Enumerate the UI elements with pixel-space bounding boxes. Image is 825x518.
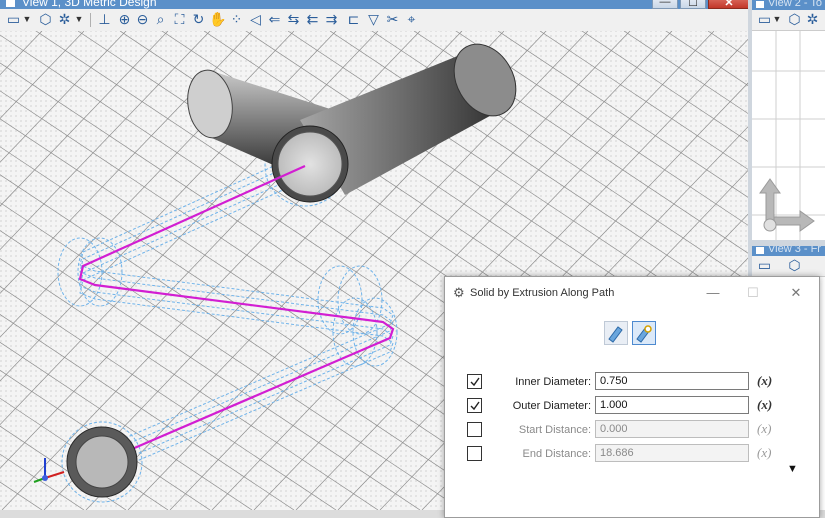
inner-diameter-row: Inner Diameter: (x) <box>445 372 819 394</box>
view-attributes-icon[interactable]: ▭ <box>5 11 22 28</box>
dialog-close-button[interactable]: ✕ <box>786 284 806 302</box>
dialog-title: Solid by Extrusion Along Path <box>470 287 615 299</box>
end-distance-expression-button[interactable]: (x) <box>757 445 771 461</box>
outer-diameter-checkbox[interactable] <box>467 398 482 413</box>
toolbar-separator <box>90 13 91 27</box>
view-3-title: View 3 - Fr <box>768 246 821 255</box>
more-options-arrow[interactable]: ▼ <box>787 463 798 475</box>
view-axis-icon <box>759 178 815 232</box>
inner-diameter-field[interactable] <box>595 372 749 390</box>
view-attributes-icon[interactable]: ▭ <box>756 257 773 274</box>
outer-diameter-label: Outer Diameter: <box>512 400 591 412</box>
dialog-maximize-button[interactable]: ☐ <box>743 284 763 302</box>
view-swap-icon[interactable]: ⇉ <box>323 11 340 28</box>
display-style-icon[interactable]: ⬡ <box>37 11 54 28</box>
profile-ring <box>66 426 138 498</box>
start-distance-label: Start Distance: <box>518 424 591 436</box>
view-icon <box>756 1 764 8</box>
fit-view-icon[interactable]: ⛶ <box>171 11 188 28</box>
inner-diameter-checkbox[interactable] <box>467 374 482 389</box>
view-next-icon[interactable]: ⇆ <box>285 11 302 28</box>
close-button[interactable]: ✕ <box>708 0 748 9</box>
maximize-button[interactable]: ☐ <box>680 0 706 9</box>
dialog-minimize-button[interactable]: — <box>703 284 723 302</box>
view-previous-icon[interactable]: ⇐ <box>266 11 283 28</box>
view-3-toolbar: ▭ ⬡ <box>752 256 825 277</box>
dropdown-icon[interactable]: ▼ <box>772 11 782 28</box>
view-icon <box>6 0 15 7</box>
view-attributes-icon[interactable]: ▭ <box>756 11 773 28</box>
start-distance-field[interactable] <box>595 420 749 438</box>
end-distance-field[interactable] <box>595 444 749 462</box>
update-view-icon[interactable]: ⊥ <box>96 11 113 28</box>
extrusion-tool-icon: ⚙ <box>453 285 465 300</box>
view-2-titlebar[interactable]: View 2 - To <box>752 0 825 10</box>
dropdown-icon[interactable]: ▼ <box>74 11 84 28</box>
view-1-title: View 1, 3D Metric Design <box>22 0 157 9</box>
view-3-titlebar[interactable]: View 3 - Fr <box>752 246 825 256</box>
zoom-out-icon[interactable]: ⊖ <box>134 11 151 28</box>
end-distance-label: End Distance: <box>522 448 591 460</box>
start-distance-checkbox[interactable] <box>467 422 482 437</box>
display-style-icon[interactable]: ⬡ <box>786 11 803 28</box>
outer-diameter-row: Outer Diameter: (x) <box>445 396 819 418</box>
extrude-tube-mode-button[interactable] <box>632 321 656 345</box>
camera-icon[interactable]: ▽ <box>365 11 382 28</box>
window-area-icon[interactable]: ⌕ <box>152 11 169 28</box>
walk-icon[interactable]: ⁘ <box>228 11 245 28</box>
lighting-icon[interactable]: ✲ <box>56 11 73 28</box>
minimize-button[interactable]: — <box>652 0 678 9</box>
zoom-in-icon[interactable]: ⊕ <box>116 11 133 28</box>
end-distance-checkbox[interactable] <box>467 446 482 461</box>
view-toolbar: ▭ ▼ ⬡ ✲ ▼ ⊥ ⊕ ⊖ ⌕ ⛶ ↻ ✋ ⁘ ◁ ⇐ ⇆ ⇇ ⇉ ⊏ ▽ … <box>0 9 748 32</box>
section-icon[interactable]: ⌖ <box>403 11 420 28</box>
view-2-toolbar: ▭ ▼ ⬡ ✲ <box>752 10 825 31</box>
outer-diameter-expression-button[interactable]: (x) <box>757 397 772 413</box>
view-2-canvas[interactable] <box>752 31 825 240</box>
lighting-icon[interactable]: ✲ <box>804 11 821 28</box>
end-distance-row: End Distance: (x) <box>445 444 819 466</box>
start-distance-expression-button[interactable]: (x) <box>757 421 771 437</box>
extrude-solid-mode-button[interactable] <box>604 321 628 345</box>
pan-view-icon[interactable]: ✋ <box>209 11 226 28</box>
view-2-title: View 2 - To <box>768 0 823 9</box>
inner-diameter-expression-button[interactable]: (x) <box>757 373 772 389</box>
view-icon <box>756 247 764 254</box>
rotate-view-icon[interactable]: ↻ <box>190 11 207 28</box>
start-distance-row: Start Distance: (x) <box>445 420 819 442</box>
outer-diameter-field[interactable] <box>595 396 749 414</box>
dialog-titlebar[interactable]: ⚙ Solid by Extrusion Along Path — ☐ ✕ <box>445 277 819 309</box>
inner-diameter-label: Inner Diameter: <box>515 376 591 388</box>
view-2-window[interactable]: View 2 - To ▭ ▼ ⬡ ✲ <box>752 0 825 240</box>
dropdown-icon[interactable]: ▼ <box>22 11 32 28</box>
solid-by-extrusion-dialog[interactable]: ⚙ Solid by Extrusion Along Path — ☐ ✕ In… <box>444 276 820 518</box>
fly-icon[interactable]: ◁ <box>247 11 264 28</box>
view-rotation-icon[interactable]: ⊏ <box>345 11 362 28</box>
display-style-icon[interactable]: ⬡ <box>786 257 803 274</box>
view-1-titlebar[interactable]: View 1, 3D Metric Design — ☐ ✕ <box>0 0 748 9</box>
copy-view-icon[interactable]: ⇇ <box>304 11 321 28</box>
clip-volume-icon[interactable]: ✂ <box>384 11 401 28</box>
